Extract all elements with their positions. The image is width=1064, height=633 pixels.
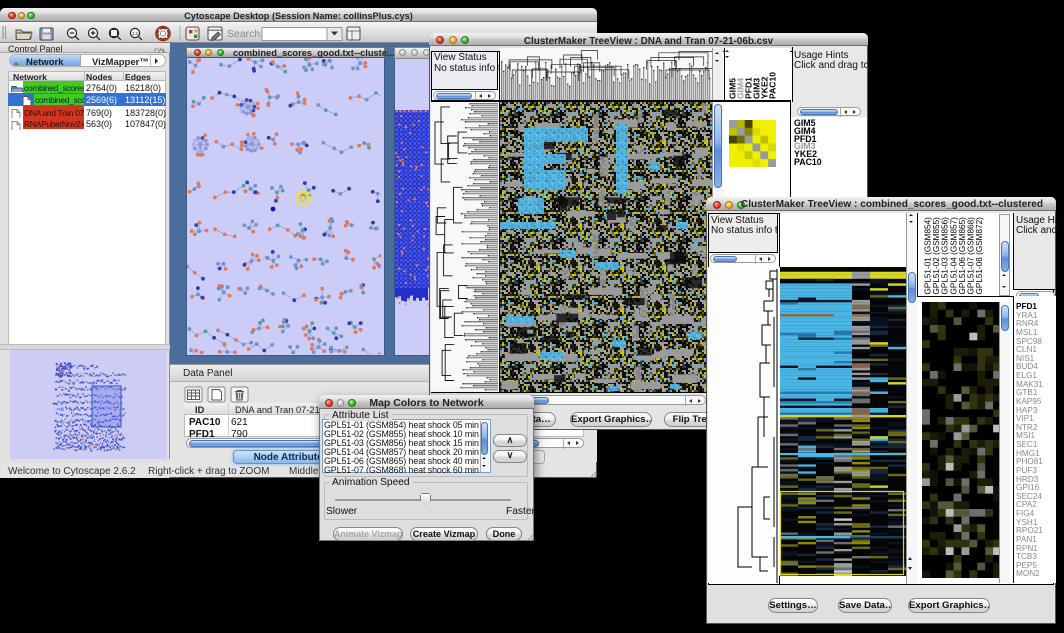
svg-text:GPL51-08 (GSM872): GPL51-08 (GSM872) [975,216,984,294]
svg-text:Search:: Search: [227,28,263,40]
svg-text:PAC10: PAC10 [768,71,778,98]
svg-text:1:1: 1:1 [132,31,139,36]
